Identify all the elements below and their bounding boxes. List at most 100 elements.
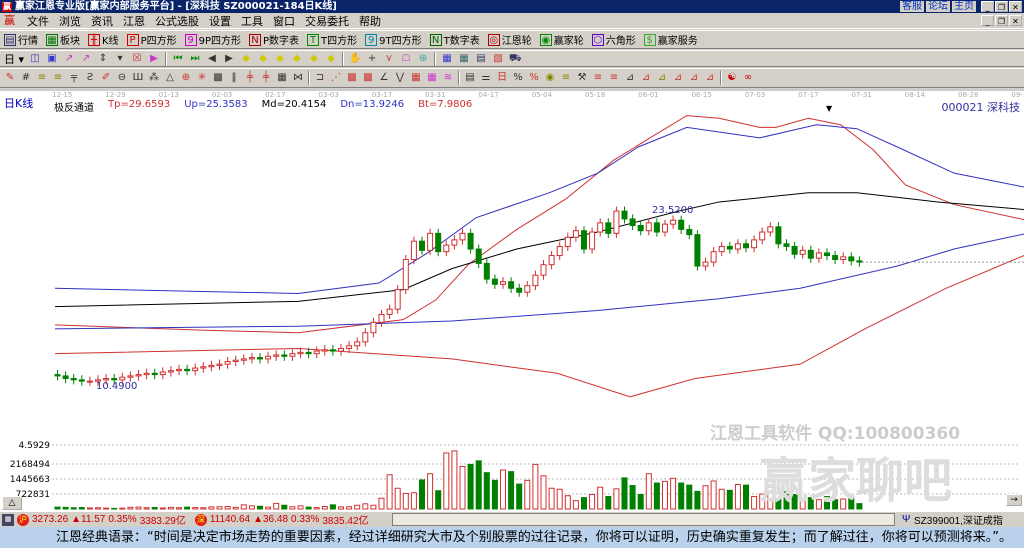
level-icon[interactable]: ⚌ (480, 72, 492, 84)
restore-button[interactable]: ❐ (995, 1, 1008, 12)
gann-a-icon[interactable]: ╪ (244, 72, 256, 84)
zoom-out-icon[interactable]: ◆ (257, 53, 269, 65)
cycle-a-icon[interactable]: ⽇ (496, 72, 508, 84)
wave-icon[interactable]: Ƨ (84, 72, 96, 84)
child-minimize-button[interactable]: _ (981, 15, 994, 26)
next-icon[interactable]: ▶ (223, 53, 235, 65)
line-icon[interactable]: ⋎ (383, 53, 395, 65)
fan-lines-icon[interactable]: ⋰ (330, 72, 342, 84)
lines-icon[interactable]: ≡ (560, 72, 572, 84)
pen-icon[interactable]: ✎ (4, 72, 16, 84)
toolbar-dollar-button[interactable]: $ 赢家服务 (643, 32, 698, 47)
kline-chart[interactable]: 12-15 12-29 01-13 02-03 02-17 03-03 03-17 03-31… (0, 89, 1024, 512)
overlay-icon[interactable]: ▣ (46, 53, 58, 65)
hand-icon[interactable]: ✋ (349, 53, 361, 65)
calculator-icon[interactable]: ▦ (458, 53, 470, 65)
bars-icon[interactable]: Ш (132, 72, 144, 84)
save-icon[interactable]: ▧ (492, 53, 504, 65)
close-button[interactable]: ✕ (1009, 1, 1022, 12)
coin-icon[interactable]: ◉ (544, 72, 556, 84)
tool-icon[interactable]: ⚒ (576, 72, 588, 84)
calendar-icon[interactable]: ▦ (441, 53, 453, 65)
toolbar-hexagon-button[interactable]: ⬡ 六角形 (591, 32, 636, 47)
indicator-b-icon[interactable]: ↗ (80, 53, 92, 65)
link-home[interactable]: 主页 (952, 1, 976, 12)
bowtie-icon[interactable]: ⋈ (292, 72, 304, 84)
angle-g-icon[interactable]: ⊿ (704, 72, 716, 84)
minimize-button[interactable]: _ (981, 1, 994, 12)
ruler-icon[interactable]: ▤ (464, 72, 476, 84)
cursor-icon[interactable]: ⇕ (97, 53, 109, 65)
percent-b-icon[interactable]: % (528, 72, 540, 84)
flag-icon[interactable]: ▶ (148, 53, 160, 65)
angle-b-icon[interactable]: ⊿ (624, 72, 636, 84)
calculator-icon[interactable]: ▦ (2, 513, 14, 526)
menu-window[interactable]: 窗口 (273, 13, 295, 29)
first-bar-icon[interactable]: ⏮ (172, 53, 184, 65)
grid-icon[interactable]: # (20, 72, 32, 84)
menu-settings[interactable]: 设置 (209, 13, 231, 29)
horizontal-scrollbar[interactable] (392, 513, 895, 526)
chart-type-icon[interactable]: ◫ (29, 53, 41, 65)
zoom-in-icon[interactable]: ◆ (240, 53, 252, 65)
crosshair-icon[interactable]: + (366, 53, 378, 65)
percent-icon[interactable]: % (512, 72, 524, 84)
circle-icon[interactable]: ⊖ (116, 72, 128, 84)
toolbar-t9-button[interactable]: 9 9T四方形 (365, 32, 422, 47)
target-icon[interactable]: ⊕ (180, 72, 192, 84)
grid-c-icon[interactable]: ▦ (426, 72, 438, 84)
toolbar-tn-button[interactable]: N T数字表 (429, 32, 480, 47)
infinity-icon[interactable]: ∞ (742, 72, 754, 84)
link-service[interactable]: 客服 (900, 1, 924, 12)
menu-tools[interactable]: 工具 (241, 13, 263, 29)
menu-trade[interactable]: 交易委托 (305, 13, 349, 29)
angle-c-icon[interactable]: ⊿ (640, 72, 652, 84)
triangle-icon[interactable]: △ (164, 72, 176, 84)
menu-formula[interactable]: 公式选股 (155, 13, 199, 29)
box-icon[interactable]: ▩ (212, 72, 224, 84)
lines-c-icon[interactable]: ≡ (608, 72, 620, 84)
menu-help[interactable]: 帮助 (359, 13, 381, 29)
toolbar-pn-button[interactable]: N P数字表 (249, 32, 299, 47)
gann-b-icon[interactable]: ╪ (260, 72, 272, 84)
lines-b-icon[interactable]: ≡ (592, 72, 604, 84)
toggle-volume-button[interactable]: △ (2, 496, 22, 510)
fan-b-icon[interactable]: ≡ (52, 72, 64, 84)
square-b-icon[interactable]: ▩ (362, 72, 374, 84)
dropdown-icon[interactable]: ▾ (114, 53, 126, 65)
arc-icon[interactable]: ✐ (100, 72, 112, 84)
angle-icon[interactable]: ∠ (378, 72, 390, 84)
toolbar-ts-button[interactable]: T T四方形 (307, 32, 357, 47)
last-bar-icon[interactable]: ⏭ (189, 53, 201, 65)
up-icon[interactable]: ◆ (308, 53, 320, 65)
truck-icon[interactable]: ⛟ (509, 53, 522, 65)
grid-b-icon[interactable]: ▦ (410, 72, 422, 84)
parallel-icon[interactable]: ‖ (228, 72, 240, 84)
fan-a-icon[interactable]: ≡ (36, 72, 48, 84)
link-forum[interactable]: 论坛 (926, 1, 950, 12)
rect-icon[interactable]: ⊐ (314, 72, 326, 84)
toolbar-gann-wheel-button[interactable]: ◎ 江恩轮 (487, 32, 532, 47)
prev-icon[interactable]: ◀ (206, 53, 218, 65)
weight-icon[interactable]: ☒ (131, 53, 143, 65)
index-label[interactable]: SZ399001,深证成指 (914, 512, 1003, 527)
period-select[interactable]: 日 ▾ (4, 51, 24, 67)
toolbar-winner-wheel-button[interactable]: ◉ 赢家轮 (539, 32, 584, 47)
toolbar-quote-grid-button[interactable]: ▤ 行情 (4, 32, 38, 47)
indicator-a-icon[interactable]: ↗ (63, 53, 75, 65)
menu-file[interactable]: 文件 (27, 13, 49, 29)
child-close-button[interactable]: ✕ (1009, 15, 1022, 26)
menu-gann[interactable]: 江恩 (123, 13, 145, 29)
gann-grid-icon[interactable]: ▦ (276, 72, 288, 84)
toolbar-kline-button[interactable]: ╫ K线 (88, 32, 119, 47)
left-icon[interactable]: ◆ (274, 53, 286, 65)
down-icon[interactable]: ◆ (325, 53, 337, 65)
menu-browse[interactable]: 浏览 (59, 13, 81, 29)
child-restore-button[interactable]: ❐ (995, 15, 1008, 26)
pattern-icon[interactable]: ☖ (400, 53, 412, 65)
angle-f-icon[interactable]: ⊿ (688, 72, 700, 84)
channel-icon[interactable]: ≋ (442, 72, 454, 84)
angle-d-icon[interactable]: ⊿ (656, 72, 668, 84)
fib-icon[interactable]: ⁂ (148, 72, 160, 84)
right-icon[interactable]: ◆ (291, 53, 303, 65)
